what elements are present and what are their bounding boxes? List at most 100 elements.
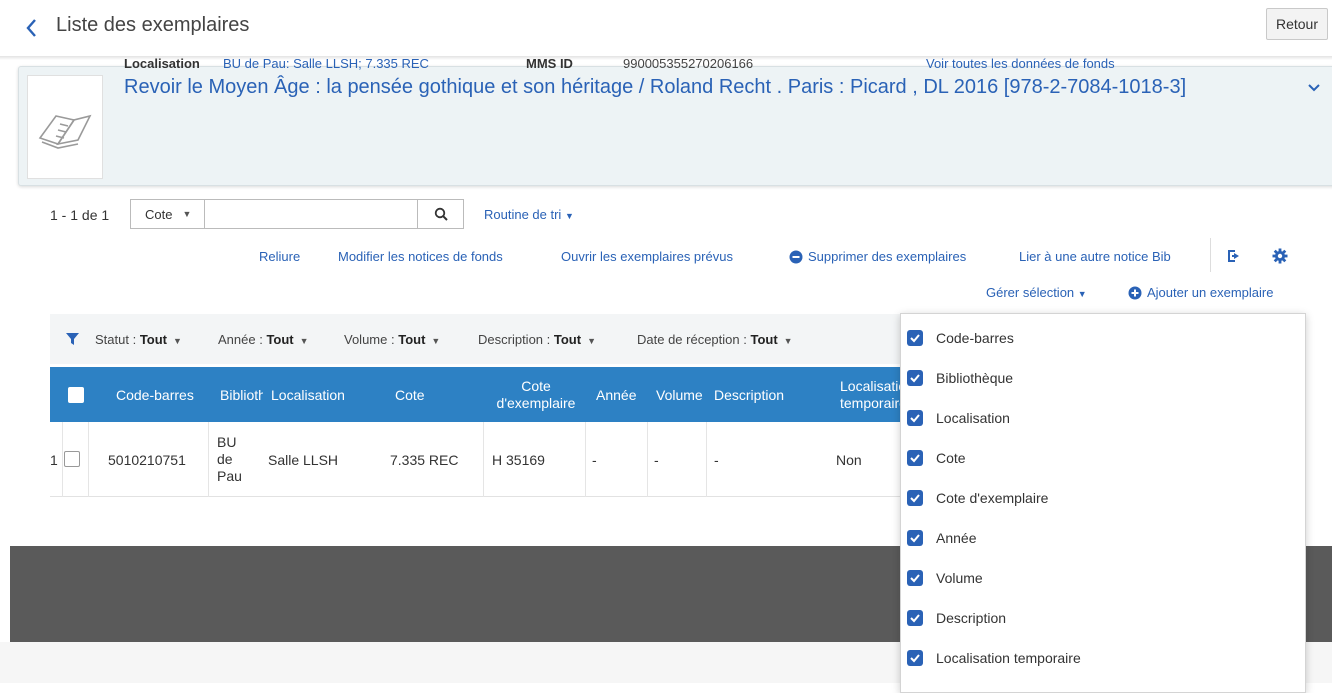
column-chooser-item[interactable]: Code-barres [907, 326, 1014, 350]
filter-value: Tout [398, 332, 426, 347]
search-button[interactable] [417, 199, 464, 229]
barcode-link[interactable]: 5010210751 [108, 422, 186, 497]
select-all-checkbox[interactable] [68, 387, 84, 403]
localisation-value[interactable]: BU de Pau: Salle LLSH; 7.335 REC [223, 56, 429, 71]
th-year[interactable]: Année [596, 367, 641, 422]
column-chooser-label: Localisation [936, 410, 1010, 426]
add-item-label: Ajouter un exemplaire [1147, 285, 1274, 300]
delete-items-link[interactable]: Supprimer des exemplaires [789, 249, 966, 264]
location-cell: Salle LLSH [268, 451, 339, 468]
filter-annee[interactable]: Année : Tout ▼ [218, 332, 309, 347]
mms-id-value: 990005355270206166 [623, 56, 754, 71]
filter-value: Tout [266, 332, 294, 347]
delete-items-label: Supprimer des exemplaires [808, 249, 967, 264]
checkbox-checked-icon[interactable] [907, 450, 923, 466]
column-divider [647, 422, 648, 497]
caret-down-icon: ▼ [1077, 289, 1087, 299]
column-chooser-item[interactable]: Cote d'exemplaire [907, 486, 1048, 510]
reliure-link[interactable]: Reliure [259, 249, 300, 264]
column-divider [88, 422, 89, 497]
th-temp-location[interactable]: Localisation temporaire [840, 367, 900, 422]
caret-down-icon: ▼ [587, 336, 596, 346]
th-barcode[interactable]: Code-barres [116, 367, 196, 422]
cote-cell: 7.335 REC [390, 451, 459, 468]
search-input[interactable] [204, 199, 418, 229]
column-chooser-item[interactable]: Cote [907, 446, 966, 470]
checkbox-checked-icon[interactable] [907, 650, 923, 666]
modify-holdings-link[interactable]: Modifier les notices de fonds [338, 249, 503, 264]
column-chooser-label: Cote d'exemplaire [936, 490, 1049, 506]
th-location[interactable]: Localisation [271, 367, 361, 422]
mms-id-label: MMS ID [526, 56, 573, 71]
th-library[interactable]: Bibliothèque [220, 367, 263, 422]
settings-gear-icon[interactable] [1272, 248, 1288, 269]
checkbox-checked-icon[interactable] [907, 410, 923, 426]
filter-description[interactable]: Description : Tout ▼ [478, 332, 596, 347]
checkbox-checked-icon[interactable] [907, 610, 923, 626]
caret-down-icon: ▼ [182, 209, 192, 219]
column-divider [585, 422, 586, 497]
th-item-cote[interactable]: Cote d'exemplaire [490, 367, 582, 422]
checkbox-checked-icon[interactable] [907, 490, 923, 506]
filter-value: Tout [139, 332, 168, 347]
caret-down-icon: ▼ [431, 336, 441, 346]
column-chooser-label: Localisation temporaire [936, 650, 1081, 666]
column-chooser-item[interactable]: Bibliothèque [907, 366, 1013, 390]
row-index: 1 [50, 451, 58, 468]
column-chooser-label: Année [936, 530, 977, 546]
caret-down-icon: ▼ [299, 336, 309, 346]
sort-routine-label: Routine de tri [484, 207, 562, 222]
th-cote[interactable]: Cote [395, 367, 435, 422]
record-title[interactable]: Revoir le Moyen Âge : la pensée gothique… [124, 76, 1186, 99]
open-book-icon [38, 114, 92, 149]
caret-down-icon: ▼ [564, 211, 574, 221]
localisation-label: Localisation [124, 56, 200, 71]
record-card: Revoir le Moyen Âge : la pensée gothique… [18, 66, 1332, 186]
filter-volume[interactable]: Volume : Tout ▼ [344, 332, 440, 347]
library-line: de [217, 451, 233, 467]
manage-selection-label: Gérer sélection [986, 285, 1075, 300]
export-icon[interactable] [1226, 248, 1242, 269]
checkbox-checked-icon[interactable] [907, 370, 923, 386]
th-description[interactable]: Description [714, 367, 804, 422]
retour-button[interactable]: Retour [1266, 8, 1328, 40]
link-bib-record-link[interactable]: Lier à une autre notice Bib [1019, 249, 1171, 264]
row-checkbox[interactable] [64, 451, 80, 467]
plus-circle-icon [1128, 286, 1142, 299]
open-predicted-items-link[interactable]: Ouvrir les exemplaires prévus [561, 249, 733, 264]
column-chooser-label: Bibliothèque [936, 370, 1014, 386]
expand-chevron-icon[interactable] [1307, 81, 1321, 95]
filter-icon [66, 333, 79, 351]
th-volume[interactable]: Volume [656, 367, 711, 422]
library-line: Pau [217, 468, 242, 484]
toolbar-divider [1210, 238, 1211, 272]
checkbox-checked-icon[interactable] [907, 570, 923, 586]
search-field-select[interactable]: Cote ▼ [130, 199, 204, 229]
th-temp-line1: Localisation [840, 377, 900, 394]
manage-selection-dropdown[interactable]: Gérer sélection ▼ [986, 285, 1087, 300]
temp-location-cell: Non [836, 451, 862, 468]
filter-label: Année : [218, 332, 263, 347]
column-divider [208, 422, 209, 497]
column-chooser-item[interactable]: Localisation temporaire [907, 646, 1081, 670]
column-chooser-item[interactable]: Année [907, 526, 976, 550]
holdings-link[interactable]: Voir toutes les données de fonds [926, 56, 1115, 71]
filter-label: Description : [478, 332, 551, 347]
checkbox-checked-icon[interactable] [907, 330, 923, 346]
column-chooser-item[interactable]: Volume [907, 566, 983, 590]
filter-statut[interactable]: Statut : Tout ▼ [95, 332, 182, 347]
column-chooser-label: Volume [936, 570, 983, 586]
result-range: 1 - 1 de 1 [50, 207, 110, 223]
sort-routine-link[interactable]: Routine de tri ▼ [484, 207, 574, 222]
add-item-link[interactable]: Ajouter un exemplaire [1128, 285, 1273, 300]
back-chevron-icon[interactable] [22, 15, 42, 41]
column-chooser-label: Cote [936, 450, 966, 466]
checkbox-checked-icon[interactable] [907, 530, 923, 546]
column-chooser-item[interactable]: Description [907, 606, 1006, 630]
filter-label: Statut : [95, 332, 137, 347]
search-icon [434, 207, 448, 221]
filter-date-reception[interactable]: Date de réception : Tout ▼ [637, 332, 793, 347]
filter-value: Tout [553, 332, 582, 347]
filter-label: Date de réception : [637, 332, 747, 347]
column-chooser-item[interactable]: Localisation [907, 406, 1010, 430]
